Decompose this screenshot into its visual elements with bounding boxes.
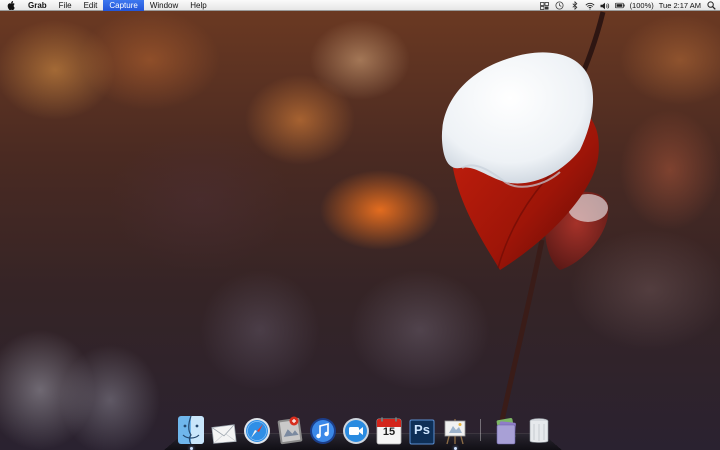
- dock: 15 Ps: [163, 407, 563, 450]
- finder-icon: [178, 415, 204, 445]
- dock-item-grab[interactable]: [441, 415, 469, 450]
- menu-edit[interactable]: Edit: [78, 0, 104, 11]
- grab-easel-icon: [444, 419, 466, 445]
- menu-window[interactable]: Window: [144, 0, 184, 11]
- dock-item-finder[interactable]: [177, 415, 205, 450]
- safari-compass-icon: [244, 418, 270, 444]
- dock-separator: [480, 419, 481, 441]
- mail-icon: [211, 424, 237, 444]
- apple-logo-icon[interactable]: [0, 0, 22, 11]
- trash-icon: [529, 418, 549, 443]
- dock-item-photoshop[interactable]: Ps: [408, 415, 436, 445]
- dock-item-facetime[interactable]: [342, 415, 370, 445]
- wallpaper-leaf-photo: [441, 11, 609, 431]
- dock-item-mail[interactable]: [210, 415, 238, 445]
- facetime-camera-icon: [343, 418, 369, 444]
- preview-icon: [277, 416, 303, 445]
- dock-item-safari[interactable]: [243, 415, 271, 445]
- dock-item-stack[interactable]: [492, 415, 520, 445]
- wifi-icon[interactable]: [585, 1, 595, 11]
- menu-file[interactable]: File: [53, 0, 78, 11]
- menu-capture[interactable]: Capture: [103, 0, 144, 11]
- menu-extras: (100%) Tue 2:17 AM: [540, 0, 716, 11]
- calendar-day-label: 15: [382, 426, 396, 438]
- stack-folder-icon: [496, 418, 516, 445]
- dock-item-preview[interactable]: [276, 415, 304, 445]
- battery-percentage: (100%): [629, 1, 654, 10]
- spaces-icon[interactable]: [540, 1, 550, 11]
- time-machine-icon[interactable]: [555, 1, 565, 11]
- menu-help[interactable]: Help: [184, 0, 212, 11]
- photoshop-label: Ps: [414, 422, 430, 437]
- dock-item-ical[interactable]: 15: [375, 415, 403, 445]
- battery-icon[interactable]: [614, 1, 625, 11]
- menu-bar: Grab File Edit Capture Window Help (100%…: [0, 0, 720, 11]
- menu-grab[interactable]: Grab: [22, 0, 53, 11]
- dock-item-itunes[interactable]: [309, 415, 337, 445]
- itunes-icon: [310, 418, 336, 444]
- bluetooth-icon[interactable]: [570, 1, 580, 11]
- spotlight-search-icon[interactable]: [706, 1, 716, 11]
- volume-icon[interactable]: [600, 1, 610, 11]
- desktop: Grab File Edit Capture Window Help (100%…: [0, 0, 720, 450]
- dock-item-trash[interactable]: [525, 415, 553, 445]
- menu-clock[interactable]: Tue 2:17 AM: [659, 0, 701, 11]
